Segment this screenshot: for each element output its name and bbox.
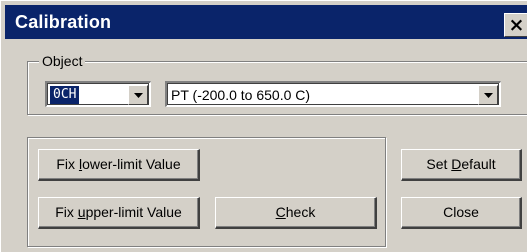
fix-lower-limit-button[interactable]: Fix lower-limit Value [38,149,200,181]
fix-upper-accelerator: u [77,204,86,220]
check-label-post: heck [285,204,316,220]
sensor-range-select[interactable]: PT (-200.0 to 650.0 C) [165,81,501,107]
calibration-dialog: Calibration × Object 0CH PT (-200.0 to 6… [0,0,527,252]
fix-upper-label-post: pper-limit Value [85,204,182,220]
chevron-down-icon [484,93,493,98]
sensor-range-dropdown-button[interactable] [478,85,498,105]
sensor-range-selected-value: PT (-200.0 to 650.0 C) [171,87,311,103]
object-group-label: Object [39,53,86,69]
fix-upper-label-pre: Fix [55,204,78,220]
channel-select[interactable]: 0CH [45,81,151,107]
close-icon[interactable]: × [504,13,527,37]
set-default-label-post: efault [461,156,496,172]
set-default-accelerator: D [451,156,462,172]
window-title: Calibration [15,12,112,32]
channel-dropdown-button[interactable] [128,85,148,105]
fix-lower-label-post: ower-limit Value [82,156,181,172]
chevron-down-icon [134,93,143,98]
check-button[interactable]: Check [215,197,377,229]
check-accelerator: C [275,204,286,220]
channel-selected-value: 0CH [50,86,80,104]
close-button[interactable]: Close [401,197,522,229]
set-default-button[interactable]: Set Default [401,149,522,181]
fix-upper-limit-button[interactable]: Fix upper-limit Value [38,197,200,229]
fix-lower-label-pre: Fix [56,156,79,172]
set-default-label-pre: Set [426,156,452,172]
title-bar[interactable]: Calibration [5,5,527,39]
close-button-label: Close [443,204,479,220]
